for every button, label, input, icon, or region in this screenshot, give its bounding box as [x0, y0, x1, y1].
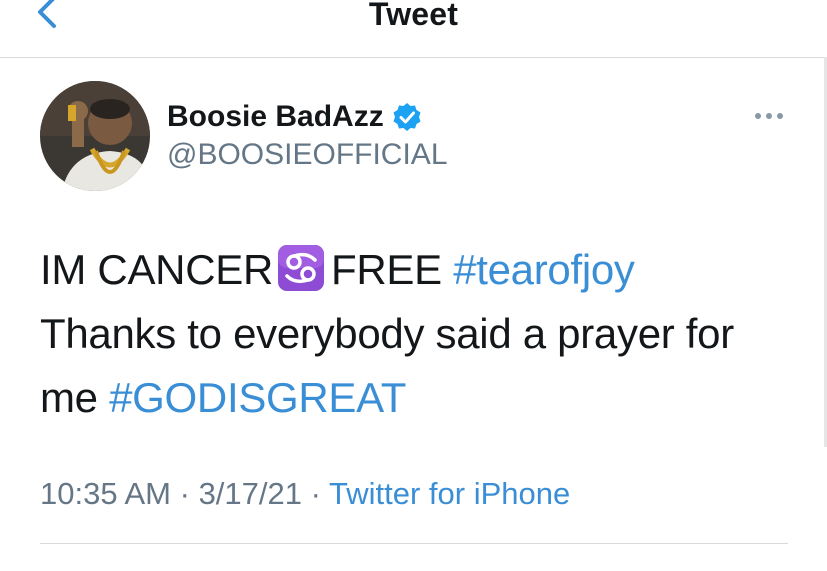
tweet-metadata: 10:35 AM · 3/17/21 · Twitter for iPhone — [40, 476, 570, 512]
separator-dot: · — [310, 476, 321, 511]
hashtag-link[interactable]: #tearofjoy — [453, 246, 635, 293]
tweet-text-segment: me — [40, 374, 98, 421]
tweet-time: 10:35 AM — [40, 476, 171, 511]
tweet-text-segment: IM CANCER — [40, 246, 273, 293]
verified-badge-icon — [393, 103, 421, 131]
avatar[interactable] — [40, 81, 150, 191]
tweet-date: 3/17/21 — [198, 476, 302, 511]
tweet-source-link[interactable]: Twitter for iPhone — [329, 476, 570, 511]
tweet-text-segment: FREE — [330, 246, 442, 293]
avatar-image — [40, 81, 150, 191]
top-nav-bar: Tweet — [0, 0, 827, 58]
tweet-line-3: me #GODISGREAT — [40, 366, 800, 430]
page-title: Tweet — [368, 0, 459, 32]
author-name[interactable]: Boosie BadAzz — [167, 100, 384, 134]
cancer-zodiac-emoji-icon — [277, 245, 324, 291]
tweet-text: IM CANCER FREE #tearofjoy Thanks to ever… — [40, 238, 800, 430]
more-options-button[interactable] — [752, 105, 788, 127]
author-name-row[interactable]: Boosie BadAzz — [167, 97, 422, 137]
hashtag-link[interactable]: #GODISGREAT — [109, 374, 406, 421]
author-handle[interactable]: @BOOSIEOFFICIAL — [167, 138, 448, 172]
tweet-line-2: Thanks to everybody said a prayer for — [40, 310, 734, 357]
tweet-line-1: IM CANCER FREE #tearofjoy — [40, 238, 800, 302]
divider — [40, 543, 788, 544]
more-horizontal-icon — [755, 113, 783, 119]
separator-dot: · — [179, 476, 190, 511]
